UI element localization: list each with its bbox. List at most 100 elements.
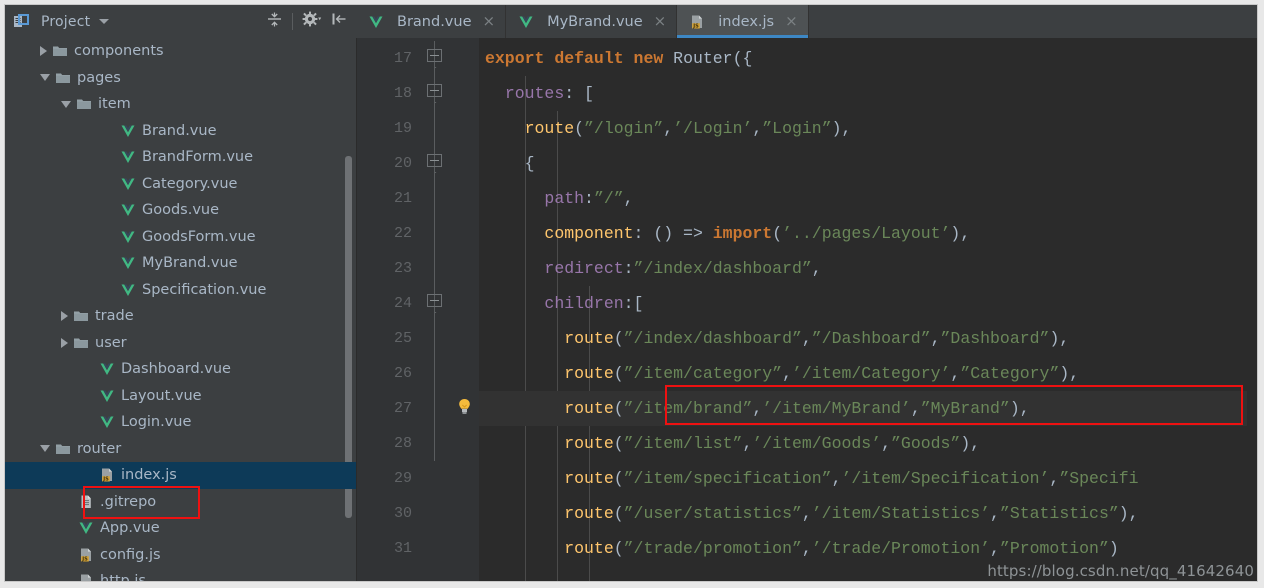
fold-collapse-icon[interactable] <box>427 154 442 167</box>
tree-item-category-vue[interactable]: Category.vue <box>5 171 356 198</box>
collapse-all-icon[interactable] <box>266 11 283 33</box>
tree-item-trade[interactable]: trade <box>5 303 356 330</box>
code-token: ”/item/category” <box>623 364 783 383</box>
project-panel-toolbar <box>266 11 350 33</box>
fold-cell <box>421 76 449 111</box>
project-panel-icon <box>13 13 29 30</box>
vue-icon <box>78 520 94 536</box>
editor-scrollbar[interactable] <box>1247 38 1257 581</box>
chevron-down-icon[interactable] <box>99 19 110 24</box>
code-token: ”/index/dashboard” <box>623 329 802 348</box>
js-icon: JS <box>689 14 705 30</box>
gear-icon[interactable] <box>302 11 322 32</box>
tree-item-login-vue[interactable]: Login.vue <box>5 409 356 436</box>
hide-panel-icon[interactable] <box>331 11 347 32</box>
fold-collapse-icon[interactable] <box>427 294 442 307</box>
tree-item-index-js[interactable]: JS index.js <box>5 462 356 489</box>
code-folding-gutter[interactable] <box>421 38 449 581</box>
code-line[interactable]: routes: [ <box>479 76 1257 111</box>
tree-item-label: BrandForm.vue <box>142 149 254 166</box>
disclosure-triangle-icon[interactable] <box>40 445 50 453</box>
tree-item-layout-vue[interactable]: Layout.vue <box>5 383 356 410</box>
tree-item-brand-vue[interactable]: Brand.vue <box>5 118 356 145</box>
lightbulb-icon[interactable] <box>457 398 472 420</box>
code-line[interactable]: route(”/index/dashboard”,”/Dashboard”,”D… <box>479 321 1257 356</box>
tree-item-router[interactable]: router <box>5 436 356 463</box>
code-line[interactable]: children:[ <box>479 286 1257 321</box>
tree-item-http-js[interactable]: JS http.js <box>5 568 356 581</box>
code-token: ”/user/statistics” <box>623 504 802 523</box>
code-token: ( <box>613 434 624 453</box>
vue-icon <box>120 149 136 165</box>
tree-item-item[interactable]: item <box>5 91 356 118</box>
intention-icon-gutter[interactable] <box>449 38 479 581</box>
fold-cell <box>421 496 449 531</box>
line-number: 26 <box>393 365 412 382</box>
tree-item-brandform-vue[interactable]: BrandForm.vue <box>5 144 356 171</box>
disclosure-triangle-icon[interactable] <box>40 74 50 82</box>
fold-guide-line <box>434 391 435 426</box>
editor-tab-label: MyBrand.vue <box>547 13 643 30</box>
code-line[interactable]: route(”/item/list”,’/item/Goods’,”Goods”… <box>479 426 1257 461</box>
tree-item-goods-vue[interactable]: Goods.vue <box>5 197 356 224</box>
disclosure-triangle-icon[interactable] <box>40 46 47 57</box>
fold-collapse-icon[interactable] <box>427 49 442 62</box>
code-token: export <box>485 49 545 68</box>
code-line[interactable]: route(”/login”,’/Login’,”Login”), <box>479 111 1257 146</box>
tree-item-mybrand-vue[interactable]: MyBrand.vue <box>5 250 356 277</box>
intention-cell <box>449 41 479 76</box>
tree-item-goodsform-vue[interactable]: GoodsForm.vue <box>5 224 356 251</box>
close-icon[interactable]: × <box>654 14 667 29</box>
editor-tab-mybrand-vue[interactable]: MyBrand.vue × <box>506 5 678 38</box>
tree-item--gitrepo[interactable]: .gitrepo <box>5 489 356 516</box>
code-line[interactable]: route(”/user/statistics”,’/item/Statisti… <box>479 496 1257 531</box>
code-line[interactable]: { <box>479 146 1257 181</box>
code-editor[interactable]: 17 18 19 20 21 22 23 24 25 26 27 28 29 30 31 export de… <box>357 38 1257 581</box>
disclosure-triangle-icon[interactable] <box>61 311 68 322</box>
line-number: 31 <box>393 540 412 557</box>
code-line[interactable]: route(”/trade/promotion”,’/trade/Promoti… <box>479 531 1257 566</box>
close-icon[interactable]: × <box>483 14 496 29</box>
code-token: , <box>990 504 1000 523</box>
fold-collapse-icon[interactable] <box>427 84 442 97</box>
code-token: , <box>831 469 842 488</box>
code-line[interactable]: redirect:”/index/dashboard”, <box>479 251 1257 286</box>
tree-item-app-vue[interactable]: App.vue <box>5 515 356 542</box>
tree-item-components[interactable]: components <box>5 38 356 65</box>
editor-tab-brand-vue[interactable]: Brand.vue × <box>356 5 507 38</box>
tree-item-label: user <box>95 334 127 351</box>
svg-text:JS: JS <box>692 23 699 29</box>
disclosure-triangle-icon[interactable] <box>61 100 71 108</box>
tree-item-specification-vue[interactable]: Specification.vue <box>5 277 356 304</box>
tree-item-user[interactable]: user <box>5 330 356 357</box>
code-line[interactable]: route(”/item/specification”,’/item/Speci… <box>479 461 1257 496</box>
tree-item-label: Layout.vue <box>121 387 202 404</box>
code-content[interactable]: export default new Router({ routes: [ ro… <box>479 38 1257 581</box>
code-token: ”/item/list” <box>623 434 743 453</box>
project-file-tree[interactable]: components pages item Brand.vue BrandForm.vu… <box>5 38 357 581</box>
fold-cell <box>421 356 449 391</box>
vue-icon <box>120 282 136 298</box>
folder-icon <box>55 70 71 86</box>
line-number: 28 <box>393 435 412 452</box>
disclosure-triangle-icon[interactable] <box>61 337 68 348</box>
code-line[interactable]: path:”/”, <box>479 181 1257 216</box>
code-line[interactable]: route(”/item/category”,’/item/Category’,… <box>479 356 1257 391</box>
editor-tab-index-js[interactable]: JS index.js × <box>677 5 809 38</box>
code-line[interactable]: export default new Router({ <box>479 41 1257 76</box>
tree-item-pages[interactable]: pages <box>5 65 356 92</box>
tree-item-dashboard-vue[interactable]: Dashboard.vue <box>5 356 356 383</box>
code-line[interactable]: component: () => import(’../pages/Layout… <box>479 216 1257 251</box>
code-token: , <box>782 364 792 383</box>
code-line[interactable]: route(”/item/brand”,’/item/MyBrand’,”MyB… <box>479 391 1257 426</box>
close-icon[interactable]: × <box>785 14 798 29</box>
tree-item-config-js[interactable]: JS config.js <box>5 542 356 569</box>
code-token: , <box>623 189 634 208</box>
code-token: ”Goods” <box>891 434 961 453</box>
code-token: ( <box>613 329 624 348</box>
